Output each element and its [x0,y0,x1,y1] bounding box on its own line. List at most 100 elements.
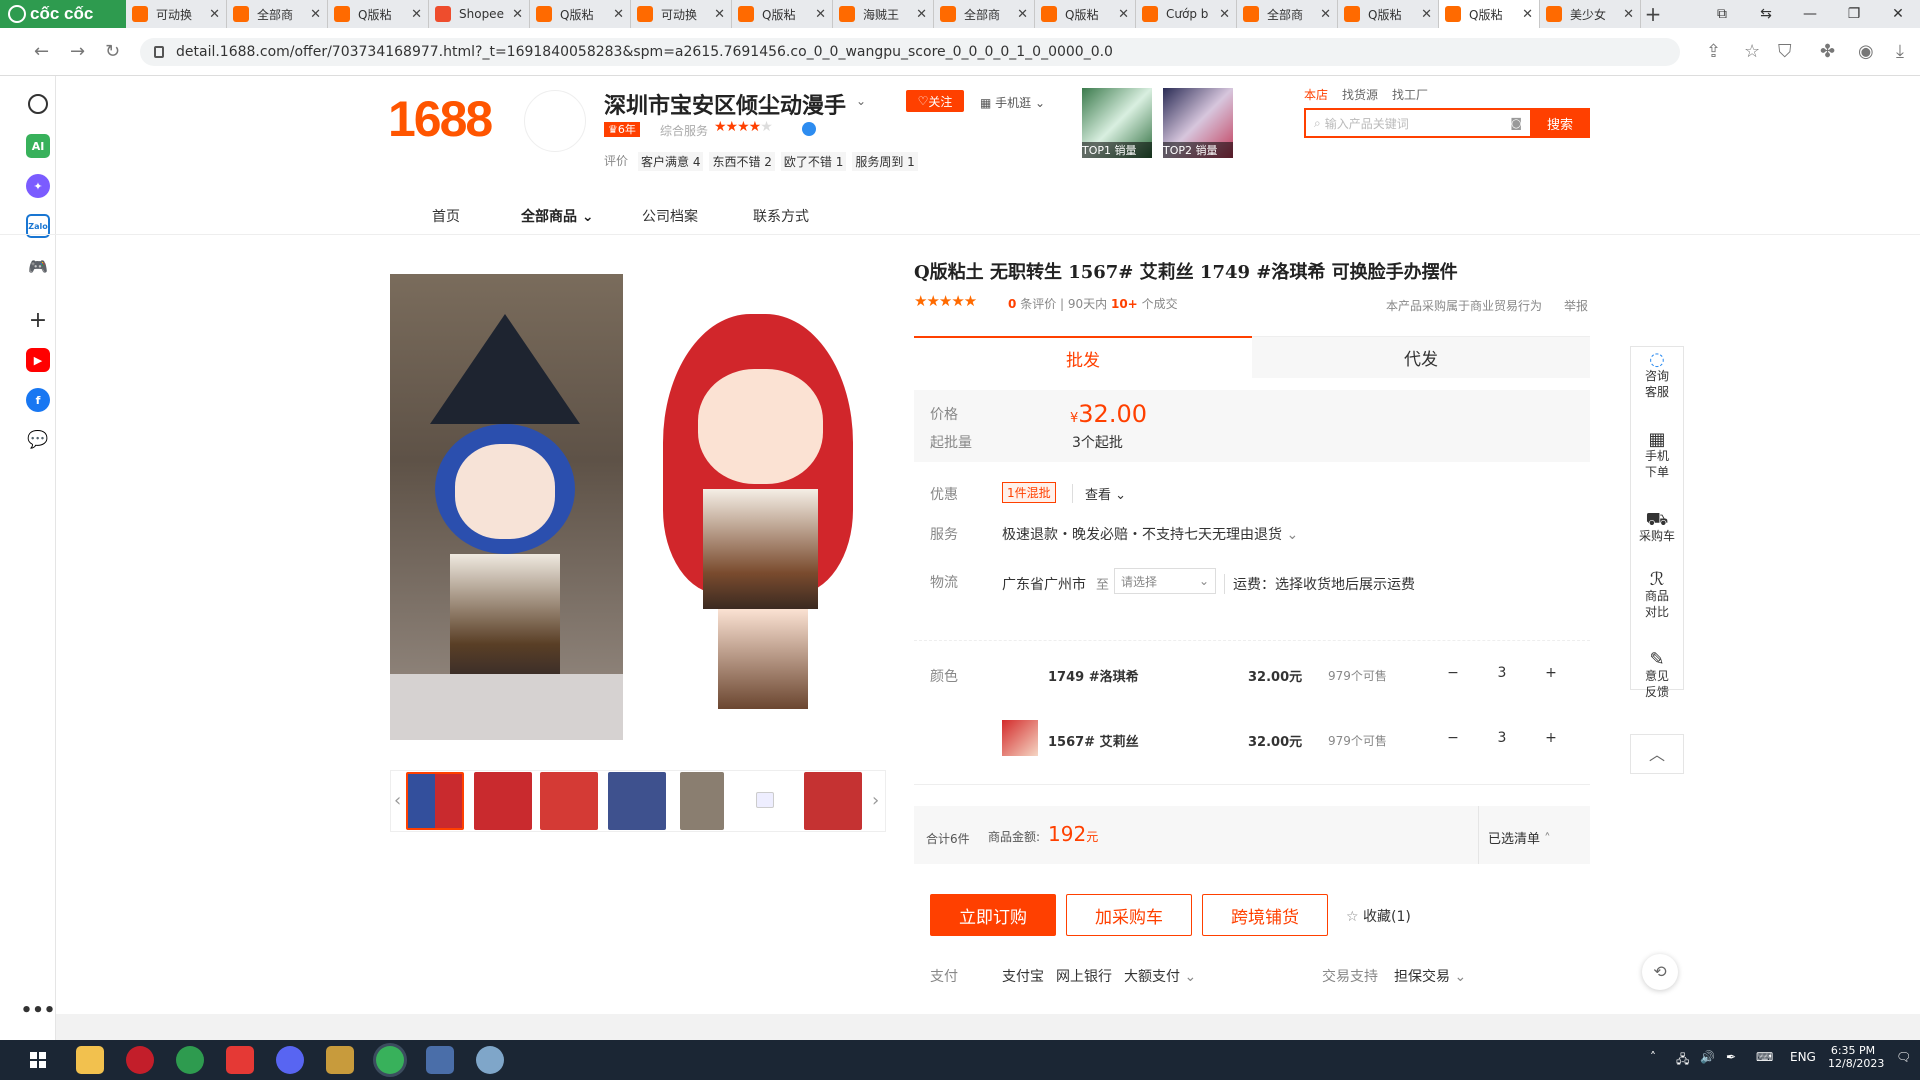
minus-button[interactable]: − [1438,730,1468,746]
league-icon[interactable] [326,1046,354,1074]
shop-avatar[interactable] [524,90,586,152]
thumbnail-5[interactable] [680,772,724,830]
browser-tab-active[interactable]: Q版粘 ✕ [1439,0,1540,28]
add-icon[interactable]: + [26,308,50,333]
chat-bubble-icon[interactable]: 💬 [26,428,50,452]
chevron-down-icon[interactable]: ⌄ [856,94,866,108]
report-link[interactable]: 举报 [1564,297,1588,314]
thumbnail-7[interactable] [804,772,862,830]
tab-close-icon[interactable]: ✕ [1017,7,1028,22]
windows-start-icon[interactable] [30,1052,46,1068]
thumbnail-3[interactable] [540,772,598,830]
discord-icon[interactable] [276,1046,304,1074]
refresh-float-icon[interactable]: ⟲ [1642,954,1678,990]
scope-this-shop[interactable]: 本店 [1304,86,1328,103]
thumb-next-arrow-icon[interactable]: › [872,790,879,811]
coccoc-active-icon[interactable] [376,1046,404,1074]
search-button[interactable]: 搜索 [1530,108,1590,138]
1688-logo[interactable]: 1688 [388,90,493,148]
shop-search-input[interactable]: ⌕ 输入产品关键词 ◙ [1304,108,1530,138]
clock[interactable]: 6:35 PM 12/8/2023 [1828,1044,1884,1070]
quantity-input[interactable]: 3 [1487,730,1517,746]
thumbnail-4[interactable] [608,772,666,830]
tab-wholesale[interactable]: 批发 [914,336,1252,378]
plus-button[interactable]: + [1536,665,1566,681]
cross-border-button[interactable]: 跨境铺货 [1202,894,1328,936]
nav-company-profile[interactable]: 公司档案 [642,206,698,226]
coccoc-taskbar-icon[interactable] [176,1046,204,1074]
tab-search-icon[interactable]: ⧉ [1700,0,1744,28]
thumbnail-1[interactable] [406,772,464,830]
buy-now-button[interactable]: 立即订购 [930,894,1056,936]
review-count[interactable]: 0 [1008,297,1016,311]
pen-icon[interactable]: ✒ [1726,1050,1736,1064]
browser-brand-button[interactable]: cốc cốc [0,0,126,28]
thumbnail-6-broken-image-icon[interactable] [756,792,774,808]
browser-tab[interactable]: Q版粘 ✕ [1338,0,1439,28]
back-history-icon[interactable]: ⇆ [1744,0,1788,28]
add-to-cart-button[interactable]: 加采购车 [1066,894,1192,936]
profile-icon[interactable]: ◉ [1858,41,1874,62]
notifications-icon[interactable]: 🗨 [1896,1050,1911,1064]
reload-icon[interactable]: ↻ [105,41,120,62]
tab-close-icon[interactable]: ✕ [1522,7,1533,22]
top2-product-thumb[interactable]: TOP2 销量 [1163,88,1233,158]
tab-close-icon[interactable]: ✕ [411,7,422,22]
compare-button[interactable]: ℛ 商品对比 [1632,571,1682,620]
new-tab-button[interactable]: + [1641,0,1665,28]
tab-dropship[interactable]: 代发 [1252,336,1590,378]
youtube-icon[interactable]: ▶ [26,348,50,372]
facebook-icon[interactable]: f [26,388,50,412]
favorite-button[interactable]: ☆ 收藏(1) [1346,906,1411,926]
maximize-button[interactable]: ❐ [1832,0,1876,28]
destination-select[interactable]: 请选择 ⌄ [1114,568,1216,594]
browser-tab[interactable]: 全部商 ✕ [227,0,328,28]
browser-tab[interactable]: 美少女 ✕ [1540,0,1641,28]
nav-all-products[interactable]: 全部商品 ⌄ [521,206,594,226]
nav-contact[interactable]: 联系方式 [753,206,809,226]
address-bar[interactable]: detail.1688.com/offer/703734168977.html?… [140,38,1680,66]
back-to-top-chevron-up-icon[interactable]: ︿ [1630,734,1684,774]
purchase-cart-button[interactable]: ⛟ 采购车 [1632,511,1682,544]
follow-button[interactable]: ♡ 关注 [906,90,964,112]
tab-close-icon[interactable]: ✕ [714,7,725,22]
scope-find-factory[interactable]: 找工厂 [1392,86,1428,103]
tab-close-icon[interactable]: ✕ [815,7,826,22]
input-language[interactable]: ENG [1790,1050,1816,1064]
garena-icon[interactable] [226,1046,254,1074]
service-guarantees[interactable]: 极速退款・晚发必赔・不支持七天无理由退货 ⌄ [1002,524,1298,544]
download-icon[interactable]: ⤓ [1896,41,1904,62]
browser-tab[interactable]: 全部商 ✕ [934,0,1035,28]
quantity-input[interactable]: 3 [1487,665,1517,681]
selected-list-button[interactable]: 已选清单 ˄ [1488,828,1551,847]
promo-view-button[interactable]: 查看 ⌄ [1072,484,1126,503]
pay-method-more[interactable]: 大额支付 ⌄ [1124,966,1196,986]
browser-tab[interactable]: Cướp b ✕ [1136,0,1237,28]
bookmark-star-icon[interactable]: ☆ [1744,41,1760,62]
top1-product-thumb[interactable]: TOP1 销量 [1082,88,1152,158]
tab-close-icon[interactable]: ✕ [1320,7,1331,22]
calculator-icon[interactable] [426,1046,454,1074]
tab-close-icon[interactable]: ✕ [209,7,220,22]
tab-close-icon[interactable]: ✕ [916,7,927,22]
share-icon[interactable]: ⇪ [1706,41,1721,62]
extensions-icon[interactable]: ✤ [1820,41,1835,62]
minus-button[interactable]: − [1438,665,1468,681]
product-main-image[interactable] [390,274,886,740]
network-icon[interactable]: 🖧 [1676,1050,1689,1071]
plus-button[interactable]: + [1536,730,1566,746]
browser-tab[interactable]: 全部商 ✕ [1237,0,1338,28]
browser-tab[interactable]: Q版粘 ✕ [732,0,833,28]
tab-close-icon[interactable]: ✕ [1118,7,1129,22]
tab-close-icon[interactable]: ✕ [613,7,624,22]
forward-arrow-icon[interactable]: → [70,41,85,62]
thumbnail-2[interactable] [474,772,532,830]
browser-tab[interactable]: Shopee ✕ [429,0,530,28]
file-explorer-icon[interactable] [76,1046,104,1074]
browser-tab[interactable]: 可动换 ✕ [631,0,732,28]
thumb-prev-arrow-icon[interactable]: ‹ [394,790,401,811]
volume-icon[interactable]: 🔊 [1700,1050,1715,1064]
shop-name[interactable]: 深圳市宝安区倾尘动漫手 [604,88,846,120]
tab-close-icon[interactable]: ✕ [1421,7,1432,22]
browser-tab[interactable]: Q版粘 ✕ [1035,0,1136,28]
